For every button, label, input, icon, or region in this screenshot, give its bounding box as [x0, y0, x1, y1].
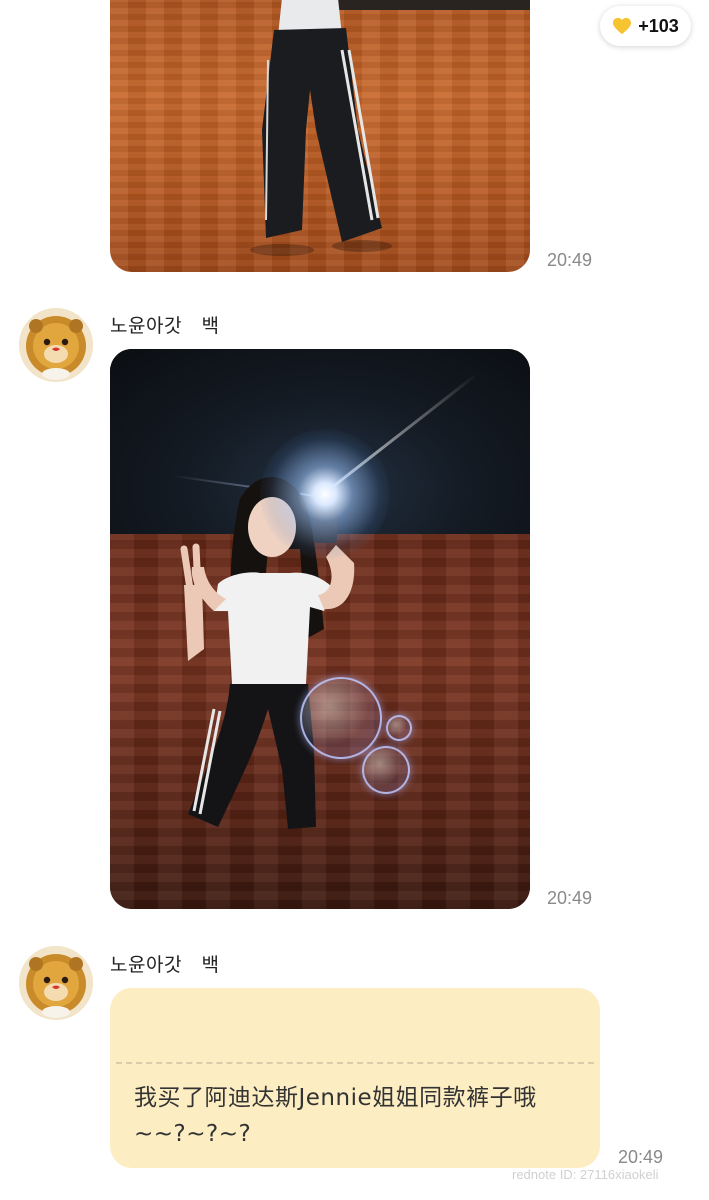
bubble-effect: [362, 746, 410, 794]
sender-avatar[interactable]: [19, 946, 93, 1020]
bubble-effect: [300, 677, 382, 759]
lion-plush-avatar-icon: [19, 308, 93, 382]
bubble-divider: [116, 1062, 594, 1064]
sender-name: 노윤아갓 백: [110, 315, 220, 337]
sender-name: 노윤아갓 백: [110, 954, 220, 976]
message-time: 20:49: [547, 250, 593, 270]
message-text: 我买了阿迪达斯Jennie姐姐同款裤子哦~~?~?~?: [134, 1085, 537, 1147]
photo-message-1[interactable]: [110, 0, 530, 272]
chat-screen: +103 20:49 노윤아갓 백 20:49 노윤아갓 백 我买了阿迪达斯Je…: [0, 0, 709, 1200]
text-message-bubble[interactable]: 我买了阿迪达斯Jennie姐姐同款裤子哦~~?~?~?: [110, 988, 600, 1168]
message-time: 20:49: [547, 888, 593, 908]
sender-avatar[interactable]: [19, 308, 93, 382]
yellow-heart-icon: [613, 17, 632, 35]
reaction-badge[interactable]: +103: [600, 6, 691, 46]
lion-plush-avatar-icon: [19, 946, 93, 1020]
bubble-effect: [386, 715, 412, 741]
reaction-count: +103: [638, 15, 679, 36]
person-figure: [250, 0, 392, 256]
watermark: rednote ID: 27116xiaokeli: [512, 1167, 659, 1182]
camera-flash: [260, 429, 390, 559]
photo-message-2[interactable]: [110, 349, 530, 909]
message-time: 20:49: [618, 1147, 664, 1167]
